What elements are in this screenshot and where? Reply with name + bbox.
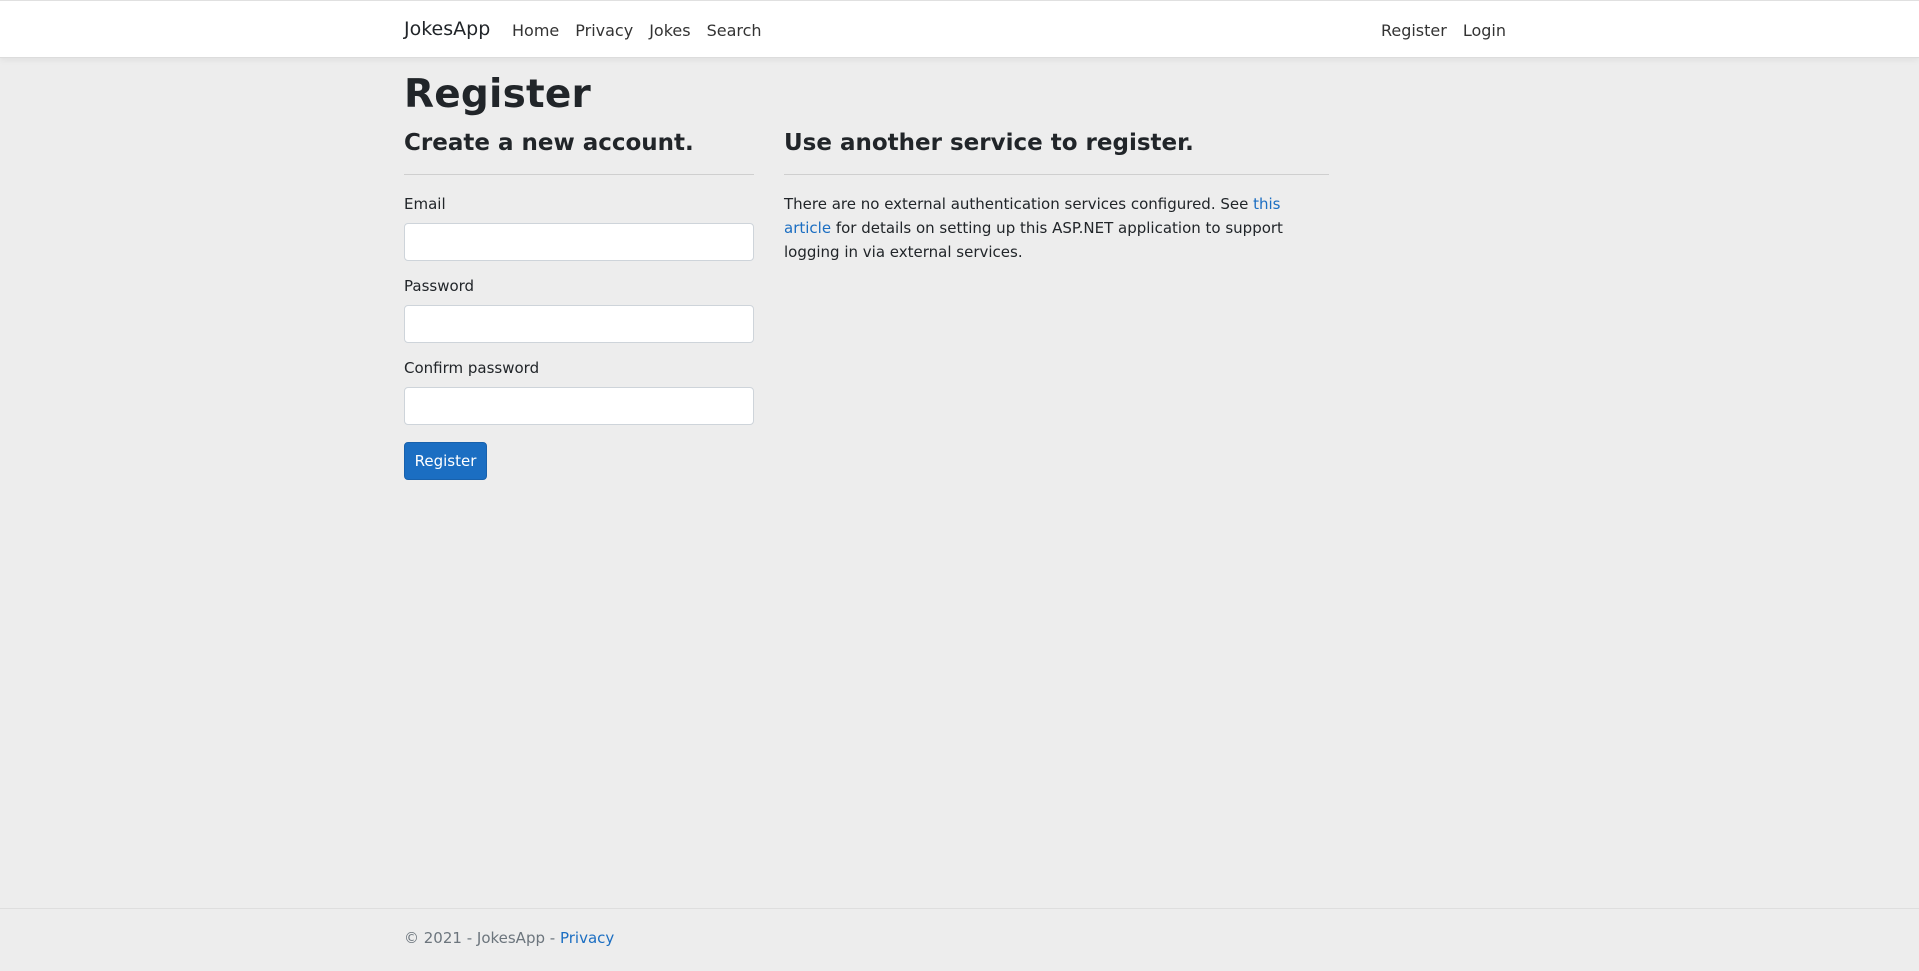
register-button[interactable]: Register xyxy=(404,442,487,480)
password-field[interactable] xyxy=(404,305,754,343)
top-navbar: JokesApp Home Privacy Jokes Search Regis… xyxy=(0,0,1919,58)
confirm-password-group: Confirm password xyxy=(404,358,754,425)
password-group: Password xyxy=(404,276,754,343)
nav-jokes-link[interactable]: Jokes xyxy=(649,21,690,40)
external-login-info: There are no external authentication ser… xyxy=(784,192,1329,264)
nav-home-link[interactable]: Home xyxy=(512,21,559,40)
nav-login-link[interactable]: Login xyxy=(1463,21,1506,40)
account-nav: Register Login xyxy=(1381,21,1506,40)
external-login-section: Use another service to register. There a… xyxy=(784,130,1329,264)
nav-search-link[interactable]: Search xyxy=(707,21,762,40)
password-label: Password xyxy=(404,277,475,295)
confirm-password-field[interactable] xyxy=(404,387,754,425)
register-form-heading: Create a new account. xyxy=(404,130,694,156)
divider xyxy=(404,174,754,175)
email-field[interactable] xyxy=(404,223,754,261)
brand-link[interactable]: JokesApp xyxy=(404,18,490,40)
divider xyxy=(784,174,1329,175)
external-login-heading: Use another service to register. xyxy=(784,130,1194,156)
footer-copyright: © 2021 - JokesApp - xyxy=(404,929,560,947)
confirm-password-label: Confirm password xyxy=(404,359,540,377)
page-title: Register xyxy=(404,72,591,117)
navbar-container: JokesApp Home Privacy Jokes Search Regis… xyxy=(404,1,1506,59)
footer-container: © 2021 - JokesApp - Privacy xyxy=(404,929,614,947)
page-footer: © 2021 - JokesApp - Privacy xyxy=(0,908,1919,971)
nav-register-link[interactable]: Register xyxy=(1381,21,1447,40)
email-group: Email xyxy=(404,194,754,261)
nav-privacy-link[interactable]: Privacy xyxy=(575,21,633,40)
footer-privacy-link[interactable]: Privacy xyxy=(560,929,614,947)
email-label: Email xyxy=(404,195,446,213)
info-text-before: There are no external authentication ser… xyxy=(784,195,1254,213)
register-form-section: Create a new account. Email Password Con… xyxy=(404,130,754,480)
main-nav: Home Privacy Jokes Search xyxy=(512,21,762,40)
info-text-after: for details on setting up this ASP.NET a… xyxy=(784,219,1283,261)
